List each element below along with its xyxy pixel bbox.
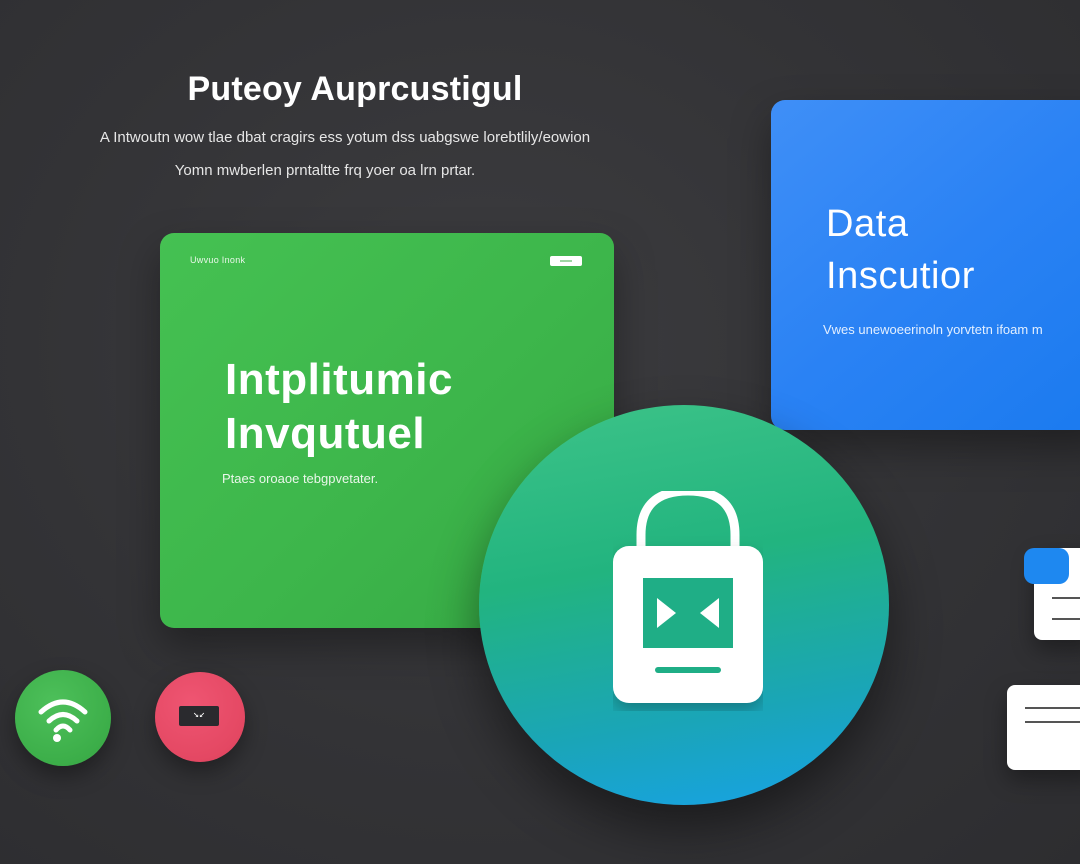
green-card-toggle-chip[interactable] xyxy=(550,256,582,266)
blue-card-title-line1: Data xyxy=(826,203,909,245)
wifi-icon xyxy=(38,699,88,742)
document-line xyxy=(1052,618,1080,620)
blue-card-caption: Vwes unewoeerinoln yorvtetn ifoam m xyxy=(823,322,1043,337)
lock-icon xyxy=(613,491,763,703)
green-card-title-line1: Intplitumic xyxy=(225,355,453,404)
green-card-eyebrow: Uwvuo Inonk xyxy=(190,255,246,265)
screen-icon: ↘↙ xyxy=(179,706,219,726)
screen-icon-glyph: ↘↙ xyxy=(192,709,206,720)
document-card-top[interactable] xyxy=(1024,548,1080,640)
hero-subtitle-line1: A Intwoutn wow tlae dbat cragirs ess yot… xyxy=(99,129,591,146)
blue-feature-card[interactable]: Data Inscutior Vwes unewoeerinoln yorvte… xyxy=(771,100,1080,430)
screen-button[interactable]: ↘↙ xyxy=(155,672,245,762)
blue-card-title: Data Inscutior xyxy=(826,198,975,302)
lock-circle-button[interactable] xyxy=(479,405,889,805)
hero-section: Puteoy Auprcustigul A Intwoutn wow tlae … xyxy=(60,70,710,179)
document-line xyxy=(1025,721,1080,723)
document-line xyxy=(1025,707,1080,709)
hero-subtitle-line2: Yomn mwberlen prntaltte frq yoer oa lrn … xyxy=(174,162,476,179)
wifi-button[interactable] xyxy=(15,670,111,766)
document-tab-accent xyxy=(1024,548,1069,584)
document-card-bottom[interactable] xyxy=(1007,685,1080,770)
hero-title: Puteoy Auprcustigul xyxy=(187,70,523,108)
green-card-title-line2: Invqutuel xyxy=(225,409,426,458)
blue-card-title-line2: Inscutior xyxy=(826,255,976,297)
document-line xyxy=(1052,597,1080,599)
green-card-caption: Ptaes oroaoe tebgpvetater. xyxy=(222,471,379,486)
green-card-title: Intplitumic Invqutuel xyxy=(225,353,453,461)
